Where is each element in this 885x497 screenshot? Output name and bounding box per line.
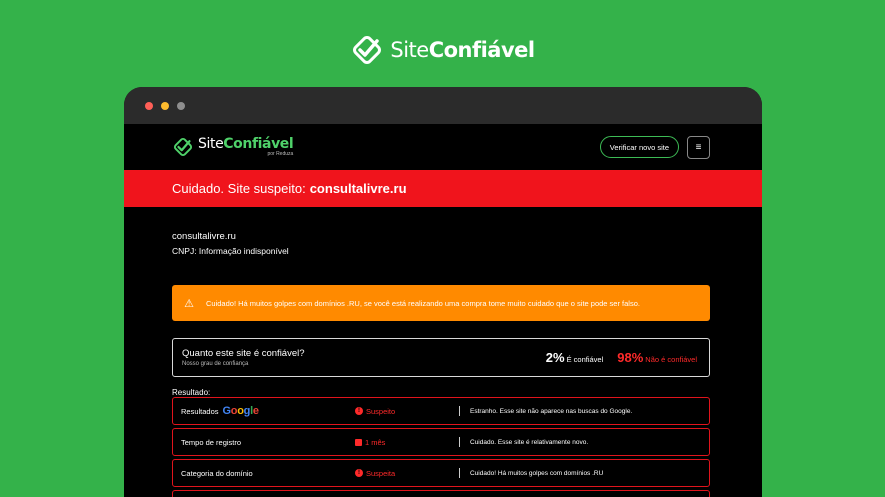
alert-domain: consultalivre.ru	[309, 181, 407, 196]
result-name: Resultados	[181, 406, 219, 416]
result-row-google: Resultados Google ! Suspeito Estranho. Es…	[172, 397, 710, 425]
maximize-dot[interactable]	[177, 101, 185, 110]
site-cnpj: CNPJ: Informação indisponível	[172, 246, 289, 256]
divider	[459, 406, 460, 416]
alert-prefix: Cuidado. Site suspeito:	[172, 181, 306, 196]
result-note: Estranho. Esse site não aparece nas busc…	[470, 407, 633, 415]
close-dot[interactable]	[145, 101, 153, 110]
site-info: consultalivre.ru CNPJ: Informação indisp…	[172, 231, 289, 256]
top-brand: SiteConfiável	[0, 33, 885, 67]
result-status: Suspeita	[366, 468, 396, 478]
divider	[459, 468, 460, 478]
nav-byline: por Reduza	[267, 151, 294, 157]
check-shield-icon	[353, 36, 382, 64]
browser-window: SiteConfiável por Reduza Verificar novo …	[124, 87, 762, 497]
app-content: SiteConfiável por Reduza Verificar novo …	[124, 124, 762, 497]
alert-circle-icon: !	[355, 469, 363, 477]
brand-wordmark: SiteConfiável	[390, 38, 535, 62]
calendar-icon	[355, 438, 362, 446]
result-note: Cuidado! Há muitos golpes com domínios .…	[470, 469, 604, 477]
trust-score-box: Quanto este site é confiável? Nosso grau…	[172, 338, 710, 377]
result-name: Categoria do domínio	[181, 468, 253, 478]
trusted-percentage: 2% É confiável	[545, 350, 604, 365]
minimize-dot[interactable]	[161, 101, 169, 110]
divider	[459, 437, 460, 447]
result-note: Cuidado. Esse site é relativamente novo.	[470, 438, 589, 446]
results-label: Resultado:	[172, 388, 211, 397]
result-status: 1 mês	[365, 437, 386, 447]
verify-new-site-button[interactable]: Verificar novo site	[599, 136, 679, 158]
warning-text: Cuidado! Há muitos golpes com domínios .…	[206, 298, 640, 308]
suspicious-alert-bar: Cuidado. Site suspeito: consultalivre.ru	[124, 170, 762, 207]
check-shield-icon	[173, 137, 193, 157]
alert-circle-icon: !	[355, 407, 363, 415]
hamburger-menu-icon[interactable]: ≡	[687, 135, 710, 159]
warning-icon: ⚠	[184, 297, 194, 310]
window-titlebar	[124, 87, 762, 124]
site-domain: consultalivre.ru	[172, 231, 236, 242]
navbar: SiteConfiável por Reduza Verificar novo …	[124, 124, 762, 170]
result-status: Suspeito	[366, 406, 396, 416]
nav-logo[interactable]: SiteConfiável por Reduza	[172, 136, 294, 158]
result-row-domain-category: Categoria do domínio ! Suspeita Cuidado! …	[172, 459, 710, 487]
google-logo: Google	[222, 405, 259, 417]
trust-subtitle: Nosso grau de confiança	[182, 361, 249, 367]
ru-domain-warning: ⚠ Cuidado! Há muitos golpes com domínios…	[172, 285, 710, 321]
result-name: Tempo de registro	[181, 437, 242, 447]
trust-question: Quanto este site é confiável?	[182, 348, 305, 359]
result-row-registration: Tempo de registro 1 mês Cuidado. Esse si…	[172, 428, 710, 456]
nav-wordmark: SiteConfiável	[198, 136, 294, 152]
result-row-partial	[172, 490, 710, 497]
untrusted-percentage: 98% Não é confiável	[617, 350, 697, 365]
